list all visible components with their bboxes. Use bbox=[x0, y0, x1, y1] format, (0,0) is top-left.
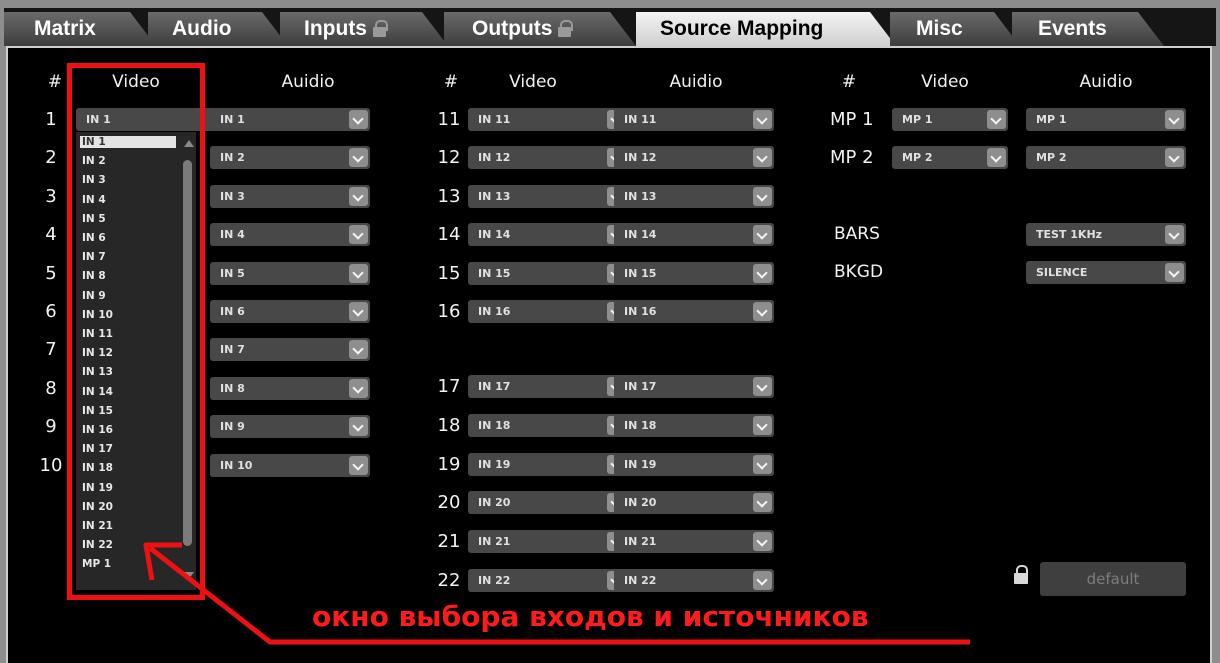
app-window: Matrix Audio Inputs Outputs Source Mappi… bbox=[0, 0, 1220, 663]
default-button[interactable]: default bbox=[1040, 562, 1186, 596]
lock-icon[interactable] bbox=[1014, 565, 1028, 585]
annotation-caption: окно выбора входов и источников bbox=[312, 600, 869, 633]
annotation-arrow-icon bbox=[143, 542, 970, 645]
